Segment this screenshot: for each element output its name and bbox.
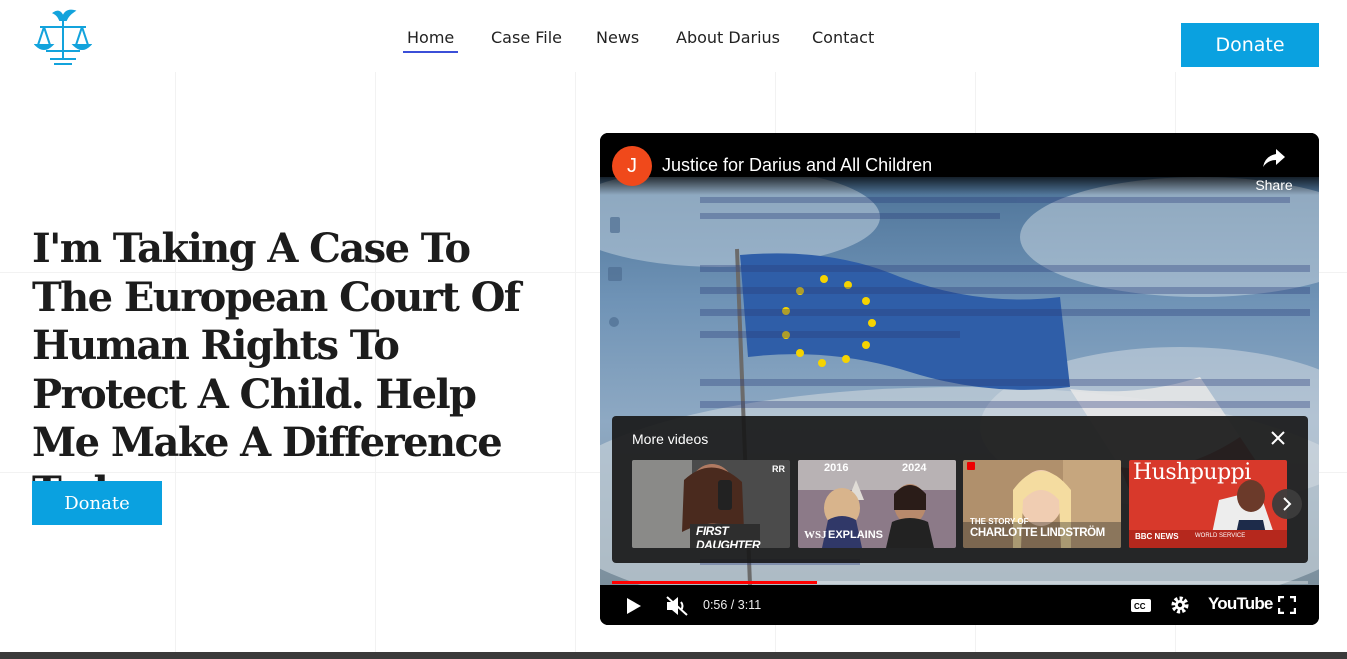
chevron-right-icon [1283,497,1292,511]
nav-item-home[interactable]: Home [402,28,459,53]
play-icon [627,598,641,614]
channel-avatar[interactable]: J [612,146,652,186]
header-donate-button[interactable]: Donate [1181,23,1319,67]
suggested-video-thumbnail[interactable]: Hushpuppi BBC NEWS WORLD SERVICE [1129,460,1287,548]
next-videos-button[interactable] [1272,489,1302,519]
thumbnail-caption: EXPLAINS [828,529,884,541]
close-more-videos-button[interactable] [1268,428,1288,448]
suggested-video-thumbnail[interactable]: 2016 2024 WSJ EXPLAINS [798,460,956,548]
mute-button[interactable] [665,595,689,622]
thumbnail-year-right: 2024 [902,462,927,474]
nav-item-case-file[interactable]: Case File [491,28,562,47]
more-videos-title: More videos [632,431,709,447]
video-progress-bar[interactable] [612,581,1308,584]
thumbnail-caption: Hushpuppi [1133,460,1251,485]
video-progress-fill [612,581,817,584]
main-nav: Home Case File News About Darius Contact [0,28,1347,53]
more-videos-panel: More videos FIRST DAUGHTER RR 2016 2024 … [612,416,1308,563]
youtube-logo[interactable]: YouTube [1208,594,1273,614]
player-controls: 0:56 / 3:11 CC YouTube [600,585,1319,625]
hero-title: I'm Taking A Case To The European Court … [32,225,521,515]
suggested-video-thumbnail[interactable]: THE STORY OF CHARLOTTE LINDSTRÖM [963,460,1121,548]
thumbnail-caption: FIRST DAUGHTER [696,524,761,548]
nav-item-news[interactable]: News [596,28,639,47]
thumbnail-brand: WSJ [804,529,827,541]
share-label: Share [1255,177,1293,193]
nav-item-contact[interactable]: Contact [812,28,874,47]
share-button[interactable]: Share [1248,145,1300,195]
thumbnail-caption: CHARLOTTE LINDSTRÖM [970,527,1105,539]
thumbnail-corner-badge: RR [772,464,785,474]
thumbnail-subbrand: WORLD SERVICE [1195,533,1246,539]
player-header: J Justice for Darius and All Children Sh… [600,133,1319,195]
fullscreen-icon [1277,595,1297,615]
settings-button[interactable] [1170,595,1190,620]
os-taskbar [0,652,1347,659]
fullscreen-button[interactable] [1277,595,1297,619]
share-arrow-icon [1263,149,1285,167]
suggested-video-thumbnail[interactable]: FIRST DAUGHTER RR [632,460,790,548]
hero-donate-button[interactable]: Donate [32,481,162,525]
captions-icon: CC [1131,599,1151,612]
thumbnail-caption-top: THE STORY OF [970,517,1029,526]
youtube-video-player[interactable]: J Justice for Darius and All Children Sh… [600,133,1319,625]
svg-text:CC: CC [1134,602,1146,611]
play-button[interactable] [626,597,642,620]
video-title[interactable]: Justice for Darius and All Children [662,155,932,176]
video-time: 0:56 / 3:11 [703,598,762,612]
background-grid-line [575,72,576,659]
nav-item-about-darius[interactable]: About Darius [676,28,780,47]
gear-icon [1171,596,1189,614]
close-icon [1271,431,1285,445]
thumbnail-brand: BBC NEWS [1135,532,1179,541]
volume-muted-icon [666,596,688,616]
thumbnail-year-left: 2016 [824,462,849,474]
captions-button[interactable]: CC [1130,598,1152,618]
